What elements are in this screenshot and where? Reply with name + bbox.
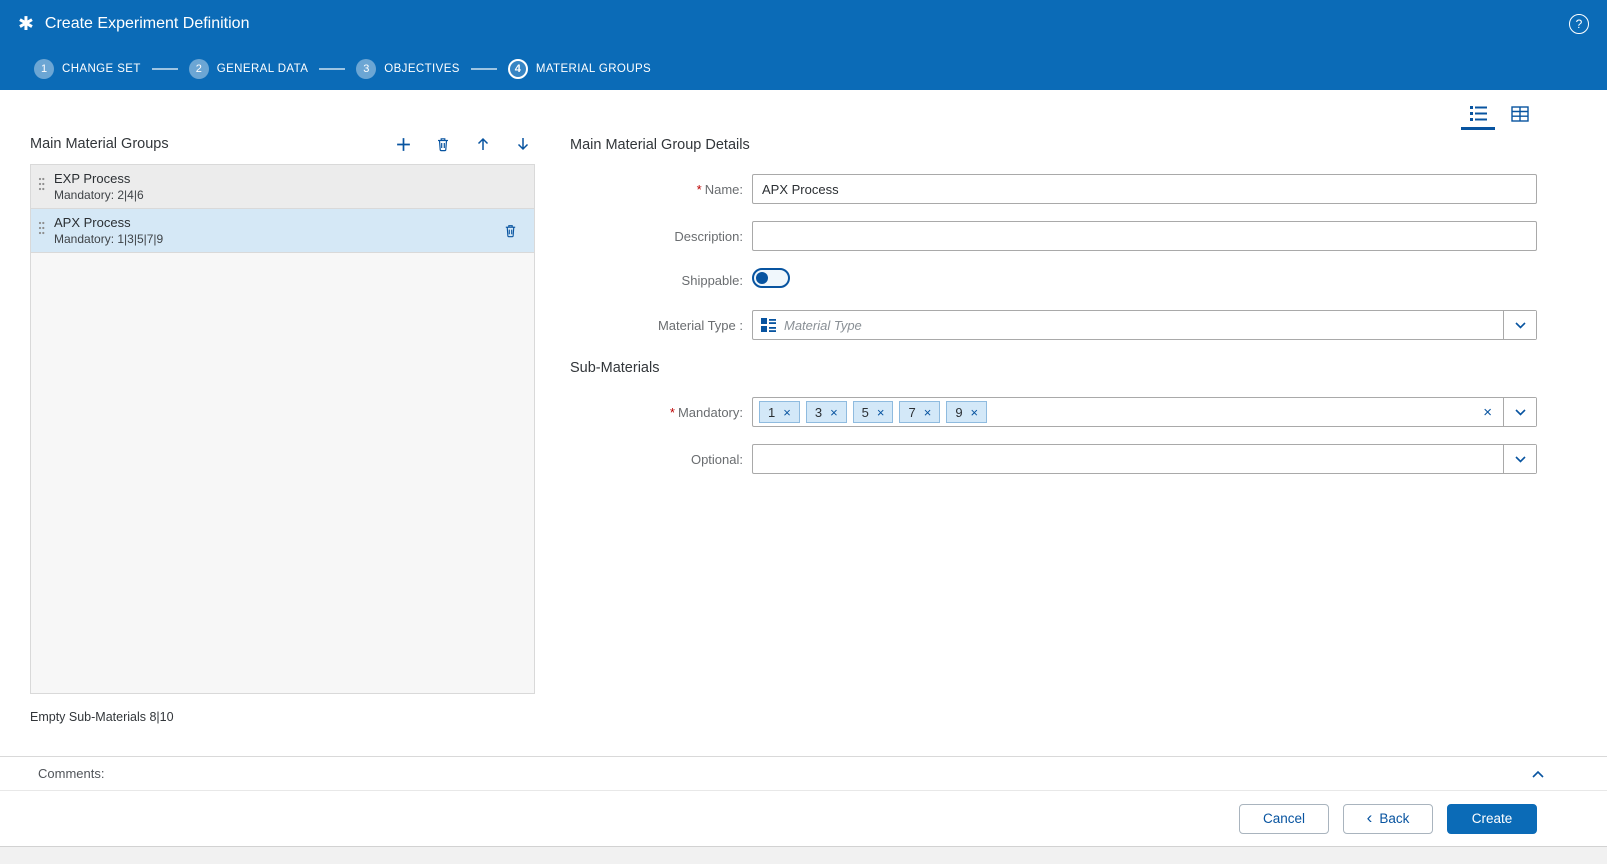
wizard-step-general-data[interactable]: 2 GENERAL DATA [189, 59, 309, 79]
step-number: 2 [189, 59, 209, 79]
token[interactable]: 7× [899, 401, 940, 423]
form-view-icon[interactable] [1461, 100, 1495, 130]
material-groups-list: EXP Process Mandatory: 2|4|6 APX Process… [30, 164, 535, 694]
page-title: Create Experiment Definition [45, 15, 1569, 33]
step-number: 4 [508, 59, 528, 79]
token-remove-icon[interactable]: × [877, 405, 885, 420]
mandatory-row: *Mandatory: 1× 3× 5× 7× 9× × [570, 397, 1537, 427]
clear-all-icon[interactable]: × [1472, 404, 1503, 421]
comments-section: Comments: [0, 756, 1607, 790]
sub-materials-title: Sub-Materials [570, 357, 1537, 379]
wizard-step-material-groups[interactable]: 4 MATERIAL GROUPS [508, 59, 651, 79]
step-number: 3 [356, 59, 376, 79]
step-connector [319, 68, 345, 70]
app-asterisk-icon: ✱ [18, 15, 34, 34]
back-button[interactable]: ‹Back [1343, 804, 1433, 834]
material-group-item[interactable]: EXP Process Mandatory: 2|4|6 [31, 165, 534, 209]
item-text: APX Process Mandatory: 1|3|5|7|9 [54, 215, 163, 246]
token[interactable]: 1× [759, 401, 800, 423]
item-title: EXP Process [54, 171, 144, 186]
toggle-knob [756, 272, 768, 284]
token[interactable]: 3× [806, 401, 847, 423]
optional-label: Optional: [570, 452, 752, 467]
optional-dropdown-icon[interactable] [1503, 445, 1536, 473]
material-type-dropdown-icon[interactable] [1503, 311, 1536, 339]
shippable-row: Shippable: [570, 268, 1537, 293]
item-text: EXP Process Mandatory: 2|4|6 [54, 171, 144, 202]
material-type-combo[interactable]: Material Type [752, 310, 1537, 340]
cancel-button[interactable]: Cancel [1239, 804, 1329, 834]
add-button[interactable] [391, 132, 415, 156]
main-content: Main Material Groups [0, 90, 1607, 756]
wizard-progress: 1 CHANGE SET 2 GENERAL DATA 3 OBJECTIVES… [0, 48, 1607, 90]
name-row: *Name: [570, 174, 1537, 204]
optional-multi-combo[interactable] [752, 444, 1537, 474]
item-title: APX Process [54, 215, 163, 230]
move-down-button[interactable] [511, 132, 535, 156]
token[interactable]: 9× [946, 401, 987, 423]
collapse-chevron-up-icon[interactable] [1527, 763, 1549, 785]
value-help-icon [761, 318, 776, 332]
material-type-label: Material Type : [570, 318, 752, 333]
wizard-step-change-set[interactable]: 1 CHANGE SET [34, 59, 141, 79]
main-material-groups-panel: Main Material Groups [30, 126, 535, 756]
mandatory-multi-combo[interactable]: 1× 3× 5× 7× 9× × [752, 397, 1537, 427]
item-subtitle: Mandatory: 1|3|5|7|9 [54, 232, 163, 246]
step-number: 1 [34, 59, 54, 79]
panel-title: Main Material Groups [30, 136, 391, 152]
create-experiment-definition-window: ✱ Create Experiment Definition ? 1 CHANG… [0, 0, 1607, 864]
delete-button[interactable] [431, 132, 455, 156]
step-connector [152, 68, 178, 70]
token[interactable]: 5× [853, 401, 894, 423]
bottom-strip [0, 846, 1607, 864]
list-toolbar [391, 132, 535, 156]
shell-header: ✱ Create Experiment Definition ? [0, 0, 1607, 48]
help-icon[interactable]: ? [1569, 14, 1589, 34]
material-type-row: Material Type : Material Type [570, 310, 1537, 340]
drag-handle-icon[interactable] [38, 220, 45, 241]
description-label: Description: [570, 229, 752, 244]
material-group-item-selected[interactable]: APX Process Mandatory: 1|3|5|7|9 [31, 209, 534, 253]
required-marker: * [670, 405, 675, 420]
shippable-toggle[interactable] [752, 268, 790, 288]
step-label: CHANGE SET [62, 63, 141, 75]
table-view-icon[interactable] [1503, 100, 1537, 130]
panel-header: Main Material Groups [30, 126, 535, 162]
step-label: MATERIAL GROUPS [536, 63, 651, 75]
create-button[interactable]: Create [1447, 804, 1537, 834]
description-input[interactable] [752, 221, 1537, 251]
delete-item-icon[interactable] [498, 219, 522, 243]
step-label: OBJECTIVES [384, 63, 460, 75]
material-type-placeholder: Material Type [784, 318, 862, 333]
footer-action-bar: Cancel ‹Back Create [0, 790, 1607, 846]
name-label: *Name: [570, 182, 752, 197]
material-group-details-panel: Main Material Group Details *Name: Descr… [570, 100, 1537, 756]
wizard-step-objectives[interactable]: 3 OBJECTIVES [356, 59, 460, 79]
chevron-left-icon: ‹ [1367, 809, 1373, 826]
token-remove-icon[interactable]: × [830, 405, 838, 420]
mandatory-dropdown-icon[interactable] [1503, 398, 1536, 426]
item-subtitle: Mandatory: 2|4|6 [54, 188, 144, 202]
token-remove-icon[interactable]: × [783, 405, 791, 420]
token-remove-icon[interactable]: × [924, 405, 932, 420]
name-input[interactable] [752, 174, 1537, 204]
mandatory-label: *Mandatory: [570, 405, 752, 420]
step-connector [471, 68, 497, 70]
details-title: Main Material Group Details [570, 134, 1537, 156]
view-toggle [570, 100, 1537, 132]
shippable-label: Shippable: [570, 273, 752, 288]
drag-handle-icon[interactable] [38, 176, 45, 197]
empty-sub-materials-note: Empty Sub-Materials 8|10 [30, 710, 535, 724]
required-marker: * [697, 182, 702, 197]
description-row: Description: [570, 221, 1537, 251]
token-remove-icon[interactable]: × [971, 405, 979, 420]
step-label: GENERAL DATA [217, 63, 309, 75]
move-up-button[interactable] [471, 132, 495, 156]
comments-label: Comments: [38, 766, 1527, 781]
optional-row: Optional: [570, 444, 1537, 474]
